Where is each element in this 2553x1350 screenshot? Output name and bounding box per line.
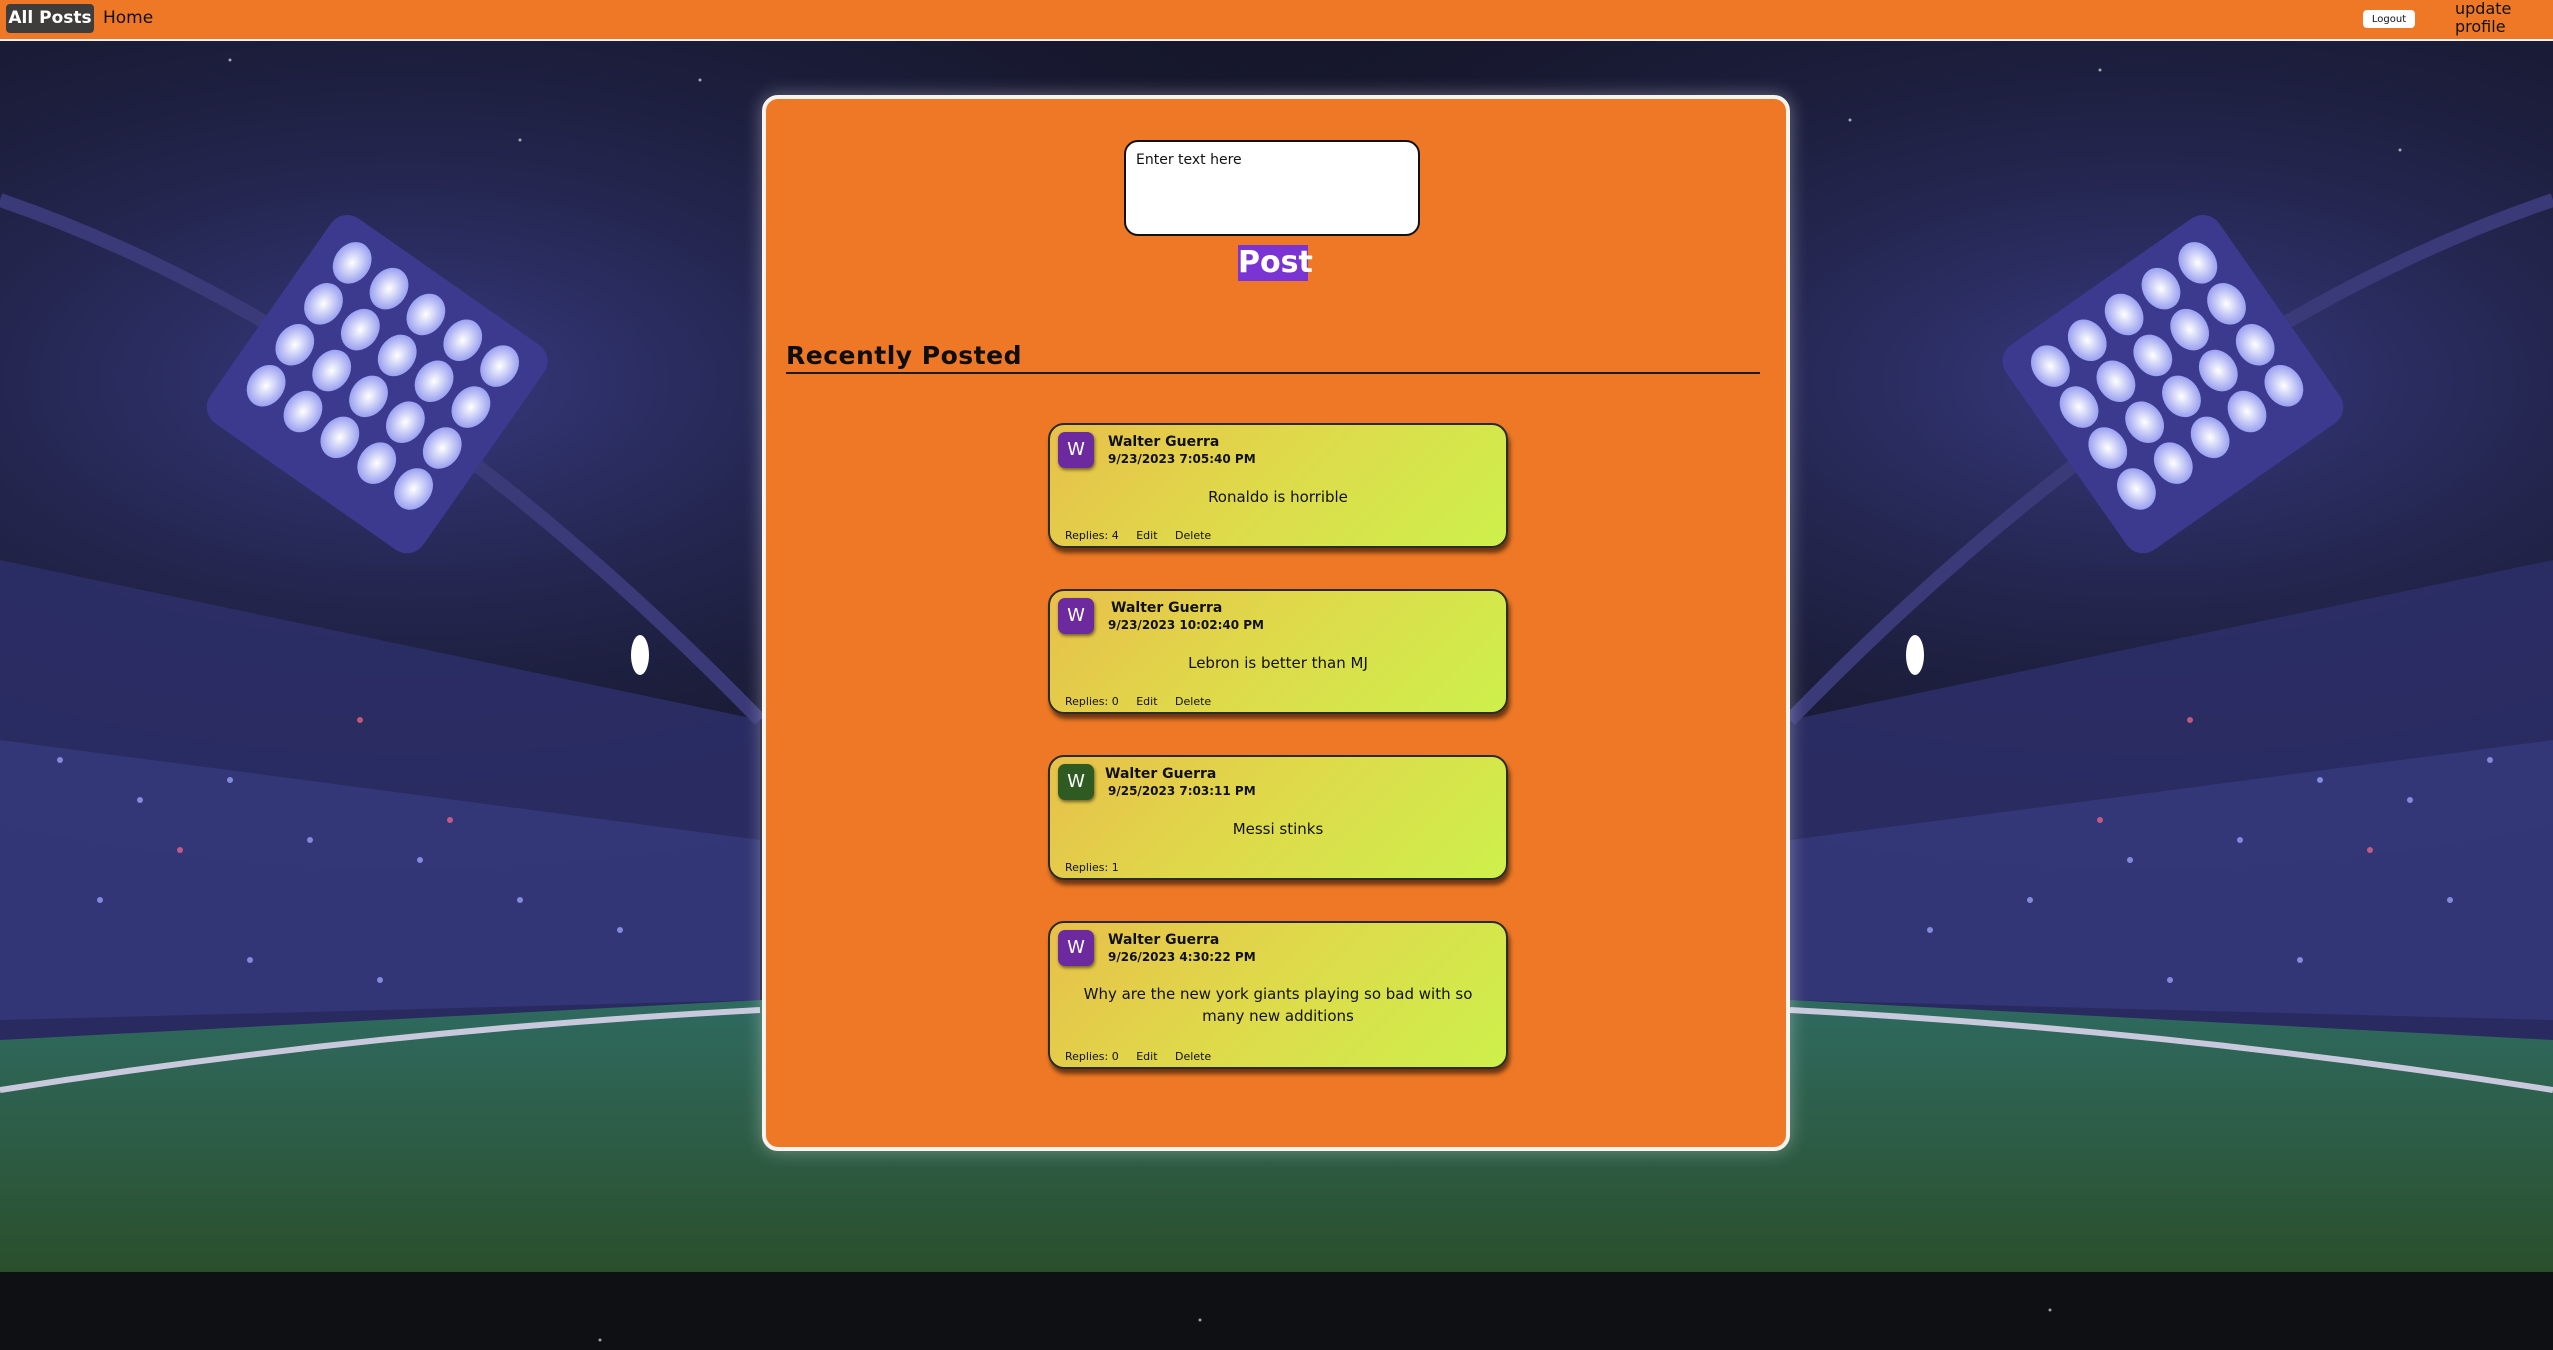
- edit-post-button[interactable]: Edit: [1136, 1050, 1157, 1063]
- post-body: Lebron is better than MJ: [1188, 654, 1368, 672]
- delete-post-button[interactable]: Delete: [1175, 1050, 1211, 1063]
- avatar[interactable]: W: [1058, 432, 1094, 468]
- post-card: W Walter Guerra 9/23/2023 7:05:40 PM Ron…: [1048, 423, 1508, 548]
- post-footer: Replies: 0 Edit Delete: [1065, 695, 1225, 708]
- post-author: Walter Guerra: [1111, 600, 1223, 616]
- post-author: Walter Guerra: [1105, 766, 1217, 782]
- nav-all-posts[interactable]: All Posts: [6, 4, 94, 33]
- post-timestamp: 9/23/2023 7:05:40 PM: [1108, 452, 1256, 466]
- avatar[interactable]: W: [1058, 598, 1094, 634]
- post-author: Walter Guerra: [1108, 932, 1220, 948]
- post-timestamp: 9/23/2023 10:02:40 PM: [1108, 618, 1264, 632]
- replies-count[interactable]: Replies: 0: [1065, 695, 1119, 708]
- post-body: Ronaldo is horrible: [1208, 488, 1348, 506]
- logout-button[interactable]: Logout: [2363, 10, 2415, 28]
- delete-post-button[interactable]: Delete: [1175, 529, 1211, 542]
- main-feed-card: Post Recently Posted W Walter Guerra 9/2…: [762, 95, 1790, 1151]
- replies-count[interactable]: Replies: 4: [1065, 529, 1119, 542]
- edit-post-button[interactable]: Edit: [1136, 529, 1157, 542]
- avatar[interactable]: W: [1058, 930, 1094, 966]
- update-profile-link[interactable]: update profile: [2455, 0, 2545, 36]
- post-footer: Replies: 4 Edit Delete: [1065, 529, 1225, 542]
- delete-post-button[interactable]: Delete: [1175, 695, 1211, 708]
- post-timestamp: 9/25/2023 7:03:11 PM: [1108, 784, 1256, 798]
- post-body: Why are the new york giants playing so b…: [1083, 985, 1473, 1025]
- post-card: W Walter Guerra 9/26/2023 4:30:22 PM Why…: [1048, 921, 1508, 1069]
- top-nav-bar: All Posts Home Logout update profile: [0, 0, 2553, 41]
- page: All Posts Home Logout update profile Pos…: [0, 0, 2553, 1350]
- new-post-input[interactable]: [1124, 140, 1420, 236]
- recently-posted-heading: Recently Posted: [786, 341, 1760, 374]
- post-card: W Walter Guerra 9/23/2023 10:02:40 PM Le…: [1048, 589, 1508, 714]
- post-footer: Replies: 0 Edit Delete: [1065, 1050, 1225, 1063]
- post-body: Messi stinks: [1232, 820, 1324, 838]
- post-card: W Walter Guerra 9/25/2023 7:03:11 PM Mes…: [1048, 755, 1508, 880]
- replies-count[interactable]: Replies: 1: [1065, 861, 1119, 874]
- avatar[interactable]: W: [1058, 764, 1094, 800]
- edit-post-button[interactable]: Edit: [1136, 695, 1157, 708]
- post-footer: Replies: 1: [1065, 861, 1133, 874]
- replies-count[interactable]: Replies: 0: [1065, 1050, 1119, 1063]
- post-author: Walter Guerra: [1108, 434, 1220, 450]
- post-button[interactable]: Post: [1238, 245, 1313, 281]
- nav-home[interactable]: Home: [103, 4, 153, 33]
- post-timestamp: 9/26/2023 4:30:22 PM: [1108, 950, 1256, 964]
